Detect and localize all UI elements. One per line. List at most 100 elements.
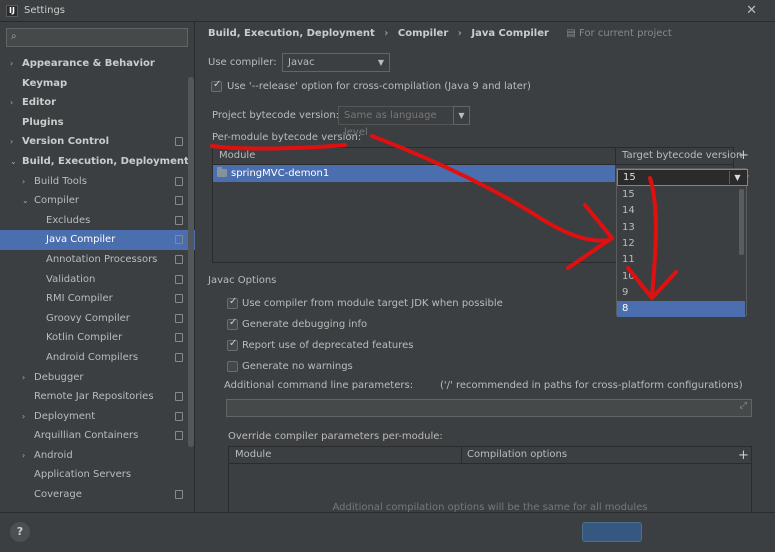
plus-icon[interactable]: + bbox=[738, 448, 749, 463]
additional-params-hint: ('/' recommended in paths for cross-plat… bbox=[440, 380, 743, 391]
sidebar-item-validation[interactable]: Validation bbox=[0, 270, 195, 290]
additional-params-input[interactable]: ⤢ bbox=[226, 399, 752, 417]
per-module-label: Per-module bytecode version: bbox=[212, 132, 362, 143]
release-option-checkbox[interactable] bbox=[211, 79, 222, 92]
column-divider bbox=[461, 447, 462, 464]
breadcrumb-separator: › bbox=[384, 28, 389, 39]
sidebar-item-label: RMI Compiler bbox=[46, 293, 113, 305]
sidebar-item-build-tools[interactable]: › Build Tools bbox=[0, 172, 195, 192]
breadcrumb: Build, Execution, Deployment › Compiler … bbox=[208, 28, 684, 39]
use-module-jdk-label: Use compiler from module target JDK when… bbox=[242, 298, 503, 309]
chevron-down-icon: ▼ bbox=[453, 106, 470, 125]
version-option-9[interactable]: 9 bbox=[617, 285, 745, 301]
dropdown-scrollbar[interactable] bbox=[739, 189, 744, 255]
breadcrumb-separator: › bbox=[457, 28, 462, 39]
sidebar-item-label: Debugger bbox=[34, 371, 84, 383]
sidebar-item-android-compilers[interactable]: Android Compilers bbox=[0, 348, 195, 368]
chevron-right-icon[interactable]: › bbox=[22, 368, 32, 388]
settings-tree: › Appearance & Behavior Keymap › Editor Plugi… bbox=[0, 54, 195, 505]
sidebar-item-kotlin-compiler[interactable]: Kotlin Compiler bbox=[0, 328, 195, 348]
use-module-jdk-checkbox[interactable] bbox=[227, 296, 238, 309]
use-compiler-select[interactable]: Javac ▼ bbox=[282, 53, 390, 72]
target-bytecode-dropdown[interactable]: 15 ▼ 15 14 13 12 11 10 9 8 bbox=[616, 168, 748, 318]
version-option-11[interactable]: 11 bbox=[617, 252, 745, 268]
version-option-8[interactable]: 8 bbox=[617, 301, 745, 318]
sidebar-item-label: Validation bbox=[46, 273, 96, 285]
table-row[interactable]: springMVC-demon1 bbox=[213, 165, 615, 182]
for-current-project-label: For current project bbox=[579, 28, 672, 39]
project-scope-icon bbox=[175, 490, 183, 500]
sidebar-item-groovy-compiler[interactable]: Groovy Compiler bbox=[0, 309, 195, 329]
no-warnings-checkbox[interactable] bbox=[227, 361, 238, 372]
module-name: springMVC-demon1 bbox=[231, 168, 330, 179]
chevron-right-icon[interactable]: › bbox=[22, 172, 32, 192]
close-icon[interactable]: ✕ bbox=[746, 3, 757, 18]
chevron-down-icon[interactable]: ⌄ bbox=[22, 191, 32, 211]
sidebar-item-remote-jar-repositories[interactable]: Remote Jar Repositories bbox=[0, 387, 195, 407]
release-option-label: Use '--release' option for cross-compila… bbox=[227, 81, 531, 92]
sidebar-item-java-compiler[interactable]: Java Compiler bbox=[0, 230, 195, 250]
breadcrumb-item[interactable]: Build, Execution, Deployment bbox=[208, 28, 375, 39]
sidebar-item-label: Excludes bbox=[46, 214, 91, 226]
project-bytecode-select[interactable]: Same as language level ▼ bbox=[338, 106, 470, 138]
sidebar-item-version-control[interactable]: › Version Control bbox=[0, 132, 195, 152]
deprecated-features-label: Report use of deprecated features bbox=[242, 340, 414, 351]
expand-icon[interactable]: ⤢ bbox=[740, 401, 747, 411]
use-compiler-label: Use compiler: bbox=[208, 57, 277, 68]
chevron-down-icon[interactable]: ▼ bbox=[729, 171, 745, 184]
sidebar-item-annotation-processors[interactable]: Annotation Processors bbox=[0, 250, 195, 270]
settings-sidebar: ⌕ › Appearance & Behavior Keymap › Editor Plu… bbox=[0, 22, 195, 512]
sidebar-item-arquillian-containers[interactable]: Arquillian Containers bbox=[0, 426, 195, 446]
chevron-down-icon[interactable]: ⌄ bbox=[10, 152, 20, 172]
project-scope-icon bbox=[175, 176, 183, 186]
chevron-down-icon: ▼ bbox=[377, 58, 384, 67]
deprecated-features-checkbox[interactable] bbox=[227, 338, 238, 351]
sidebar-item-appearance-behavior[interactable]: › Appearance & Behavior bbox=[0, 54, 195, 74]
sidebar-item-android[interactable]: › Android bbox=[0, 446, 195, 466]
sidebar-item-label: Application Servers bbox=[34, 469, 132, 481]
sidebar-item-build-execution-deployment[interactable]: ⌄ Build, Execution, Deployment bbox=[0, 152, 195, 172]
chevron-right-icon[interactable]: › bbox=[22, 407, 32, 427]
column-header-target[interactable]: Target bytecode version bbox=[622, 150, 742, 161]
for-current-project-hint: ▤ For current project bbox=[566, 28, 672, 39]
sidebar-item-keymap[interactable]: Keymap bbox=[0, 74, 195, 94]
version-option-10[interactable]: 10 bbox=[617, 269, 745, 285]
version-option-12[interactable]: 12 bbox=[617, 236, 745, 252]
sidebar-item-coverage[interactable]: Coverage bbox=[0, 485, 195, 505]
debug-info-label: Generate debugging info bbox=[242, 319, 368, 330]
sidebar-item-deployment[interactable]: › Deployment bbox=[0, 407, 195, 427]
project-scope-icon bbox=[175, 411, 183, 421]
sidebar-item-label: Java Compiler bbox=[46, 234, 116, 246]
column-header-module[interactable]: Module bbox=[235, 449, 271, 460]
target-bytecode-select[interactable]: 15 ▼ bbox=[617, 169, 748, 186]
sidebar-item-excludes[interactable]: Excludes bbox=[0, 211, 195, 231]
project-scope-icon bbox=[175, 294, 183, 304]
dialog-footer: ? bbox=[0, 512, 775, 552]
chevron-right-icon[interactable]: › bbox=[10, 54, 20, 74]
search-input[interactable]: ⌕ bbox=[6, 28, 188, 47]
column-header-module[interactable]: Module bbox=[219, 150, 255, 161]
help-icon[interactable]: ? bbox=[10, 522, 30, 542]
chevron-right-icon[interactable]: › bbox=[22, 446, 32, 466]
breadcrumb-item[interactable]: Compiler bbox=[398, 28, 448, 39]
version-option-15[interactable]: 15 bbox=[617, 187, 745, 203]
sidebar-item-rmi-compiler[interactable]: RMI Compiler bbox=[0, 289, 195, 309]
sidebar-item-plugins[interactable]: Plugins bbox=[0, 113, 195, 133]
debug-info-checkbox[interactable] bbox=[227, 317, 238, 330]
table-header: Module Compilation options bbox=[229, 447, 751, 464]
sidebar-item-label: Arquillian Containers bbox=[34, 430, 139, 442]
plus-icon[interactable]: + bbox=[738, 148, 749, 163]
chevron-right-icon[interactable]: › bbox=[10, 93, 20, 113]
sidebar-item-application-servers[interactable]: Application Servers bbox=[0, 465, 195, 485]
chevron-right-icon[interactable]: › bbox=[10, 132, 20, 152]
sidebar-item-debugger[interactable]: › Debugger bbox=[0, 368, 195, 388]
version-option-14[interactable]: 14 bbox=[617, 203, 745, 219]
sidebar-item-compiler[interactable]: ⌄ Compiler bbox=[0, 191, 195, 211]
sidebar-item-label: Compiler bbox=[34, 195, 80, 207]
version-option-13[interactable]: 13 bbox=[617, 220, 745, 236]
sidebar-item-editor[interactable]: › Editor bbox=[0, 93, 195, 113]
ok-button[interactable] bbox=[582, 522, 642, 542]
sidebar-item-label: Deployment bbox=[34, 410, 96, 422]
sidebar-scrollbar[interactable] bbox=[188, 77, 194, 447]
column-header-options[interactable]: Compilation options bbox=[467, 449, 567, 460]
